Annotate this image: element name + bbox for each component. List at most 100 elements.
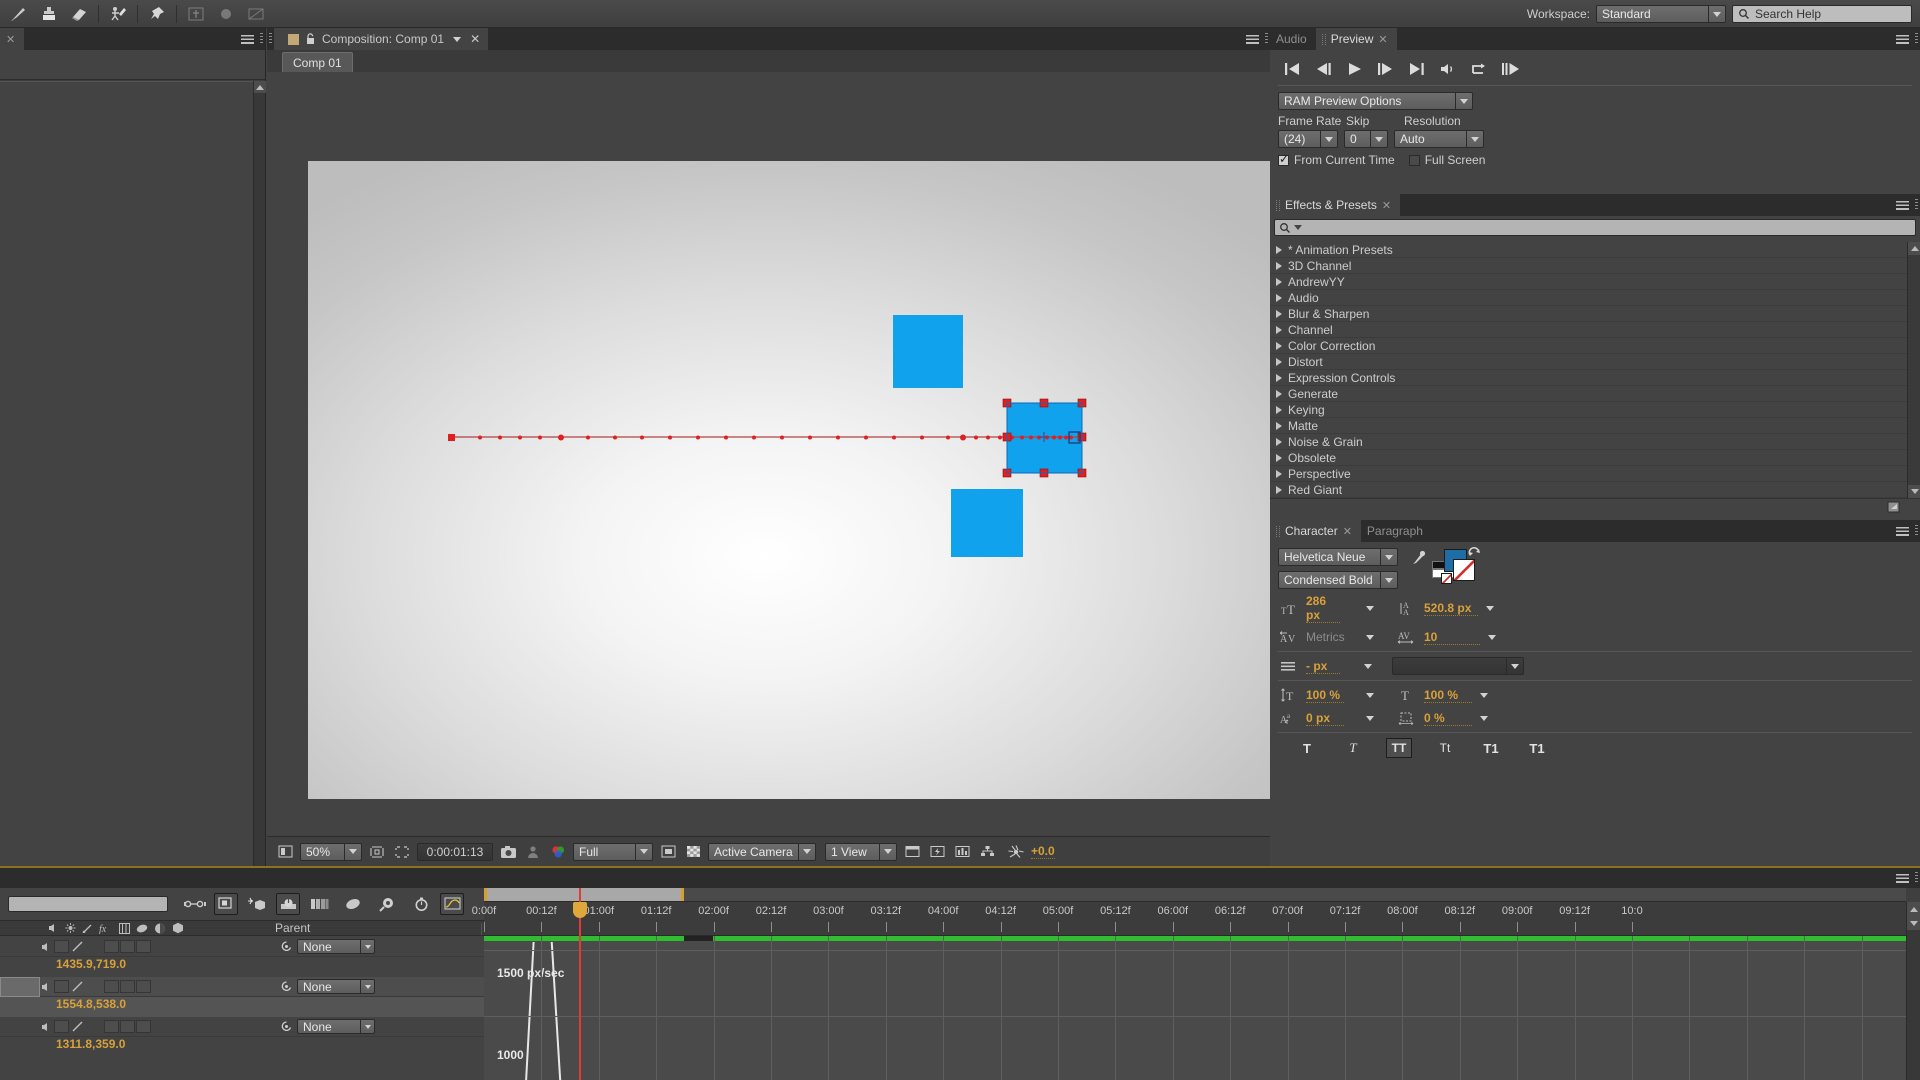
views-select[interactable]: 1 View <box>825 842 897 861</box>
layer-row[interactable]: None <box>0 976 484 997</box>
motion-blur-icon[interactable] <box>276 893 300 915</box>
baseline-shift-value[interactable]: 0 px <box>1306 711 1344 726</box>
zoom-select[interactable]: 50% <box>300 842 362 861</box>
panel-grip[interactable] <box>258 28 265 50</box>
chevron-right-icon[interactable] <box>1276 261 1282 270</box>
tab-preview[interactable]: Preview ✕ <box>1315 28 1397 50</box>
scroll-up-button[interactable] <box>1907 902 1920 916</box>
panel-grip[interactable] <box>1913 520 1920 542</box>
layer-row[interactable]: None <box>0 1017 484 1037</box>
ram-preview-icon[interactable] <box>1501 62 1520 76</box>
preview-resolution-select[interactable]: Auto <box>1394 130 1484 148</box>
target-region-icon[interactable] <box>658 843 678 861</box>
chevron-down-icon[interactable] <box>450 28 464 50</box>
toggle-switches-icon[interactable] <box>214 893 238 915</box>
effects-category-row[interactable]: * Animation Presets <box>1270 242 1907 258</box>
timeline-layer-list[interactable]: None 1435.9,719.0 None 1554.8,538.0 None… <box>0 937 484 1080</box>
speed-graph-editor[interactable]: 1500 px/sec 1000 <box>484 936 1906 1080</box>
lock-icon[interactable] <box>70 940 86 953</box>
lock-icon[interactable] <box>70 980 86 993</box>
effects-category-list[interactable]: * Animation Presets 3D Channel AndrewYY … <box>1270 242 1907 498</box>
chevron-down-icon[interactable] <box>1294 225 1302 230</box>
close-icon[interactable]: ✕ <box>1343 525 1352 538</box>
project-tab[interactable]: ✕ <box>0 28 25 50</box>
motion-blur-toggle[interactable] <box>120 940 135 953</box>
next-frame-icon[interactable] <box>1377 62 1394 76</box>
subscript-button[interactable]: T1 <box>1524 738 1550 758</box>
shy-icon[interactable] <box>338 891 368 917</box>
pick-whip-icon[interactable] <box>280 940 293 953</box>
motion-sketch-icon[interactable] <box>406 891 436 917</box>
close-icon[interactable]: ✕ <box>6 33 15 46</box>
new-folder-icon[interactable] <box>1887 501 1900 513</box>
first-frame-icon[interactable] <box>1284 62 1301 76</box>
puppet-pin-icon[interactable] <box>142 1 172 27</box>
previous-frame-icon[interactable] <box>1315 62 1332 76</box>
timeline-panel-icon[interactable] <box>952 843 972 861</box>
chevron-right-icon[interactable] <box>1276 341 1282 350</box>
layer-position-value[interactable]: 1435.9,719.0 <box>0 957 484 977</box>
effects-category-row[interactable]: Expression Controls <box>1270 370 1907 386</box>
chevron-right-icon[interactable] <box>1276 421 1282 430</box>
timeline-vertical-scrollbar[interactable] <box>1906 902 1920 1080</box>
skip-select[interactable]: 0 <box>1344 130 1388 148</box>
close-icon[interactable]: ✕ <box>470 32 480 46</box>
panel-grip[interactable] <box>1913 868 1920 888</box>
close-icon[interactable]: ✕ <box>1378 33 1387 46</box>
chevron-right-icon[interactable] <box>1276 357 1282 366</box>
brainstorm-icon[interactable] <box>372 891 402 917</box>
all-caps-button[interactable]: TT <box>1386 738 1412 758</box>
effects-category-row[interactable]: Channel <box>1270 322 1907 338</box>
fast-previews-icon[interactable] <box>927 843 947 861</box>
vertical-scale-value[interactable]: 100 % <box>1306 688 1344 703</box>
work-area-bar[interactable] <box>484 888 1906 902</box>
project-scrollbar[interactable] <box>253 81 266 866</box>
cti-head-icon[interactable] <box>573 902 587 918</box>
tab-paragraph[interactable]: Paragraph <box>1360 520 1432 542</box>
play-icon[interactable] <box>1346 62 1363 76</box>
loop-icon[interactable] <box>1470 62 1487 76</box>
exposure-value[interactable]: +0.0 <box>1031 844 1055 859</box>
scroll-up-button[interactable] <box>254 81 266 93</box>
composition-tab[interactable]: Composition: Comp 01 ✕ <box>274 28 489 50</box>
motion-blur-toggle[interactable] <box>120 1020 135 1033</box>
from-current-time-checkbox[interactable]: From Current Time <box>1278 152 1395 167</box>
chevron-down-icon[interactable] <box>1480 715 1488 721</box>
chevron-right-icon[interactable] <box>1276 277 1282 286</box>
chevron-down-icon[interactable] <box>1486 606 1494 611</box>
chevron-right-icon[interactable] <box>1276 293 1282 302</box>
layer-square-bottom[interactable] <box>951 489 1023 557</box>
chevron-right-icon[interactable] <box>1276 245 1282 254</box>
effects-search-input[interactable] <box>1274 219 1916 236</box>
frame-blend-icon[interactable] <box>304 891 334 917</box>
panel-menu-icon[interactable] <box>1891 28 1913 50</box>
kerning-value[interactable]: Metrics <box>1306 630 1358 644</box>
solo-toggle[interactable] <box>54 1020 69 1033</box>
tab-effects-presets[interactable]: Effects & Presets ✕ <box>1270 194 1401 216</box>
brush-icon[interactable] <box>4 1 34 27</box>
panel-menu-icon[interactable] <box>1891 520 1913 542</box>
effects-category-row[interactable]: Distort <box>1270 354 1907 370</box>
chevron-down-icon[interactable] <box>1366 634 1374 640</box>
current-time-indicator[interactable] <box>573 888 587 1080</box>
faux-italic-button[interactable]: T <box>1340 738 1366 758</box>
timeline-search-input[interactable] <box>8 896 168 912</box>
grid-guides-icon[interactable] <box>367 843 387 861</box>
panel-menu-icon[interactable] <box>236 28 258 50</box>
clone-stamp-icon[interactable] <box>34 1 64 27</box>
scroll-down-button[interactable] <box>1908 485 1920 498</box>
panel-menu-icon[interactable] <box>1891 868 1913 888</box>
chevron-down-icon[interactable] <box>1366 692 1374 698</box>
chevron-down-icon[interactable] <box>1488 634 1496 640</box>
ram-preview-options-button[interactable]: RAM Preview Options <box>1278 92 1473 110</box>
motion-blur-toggle[interactable] <box>120 980 135 993</box>
panel-grip[interactable] <box>1913 194 1920 216</box>
audio-icon[interactable] <box>40 941 54 953</box>
region-of-interest-icon[interactable] <box>392 843 412 861</box>
timeline-graph-area[interactable]: 0:00f 00:12f 01:00f 01:12f 02:00f 02:12f 03:00… <box>472 888 1920 1080</box>
exposure-icon[interactable] <box>1006 843 1026 861</box>
composition-viewer[interactable] <box>267 72 1421 836</box>
effects-category-row[interactable]: AndrewYY <box>1270 274 1907 290</box>
panel-menu-icon[interactable] <box>1891 194 1913 216</box>
color-swatches[interactable] <box>1432 547 1480 589</box>
